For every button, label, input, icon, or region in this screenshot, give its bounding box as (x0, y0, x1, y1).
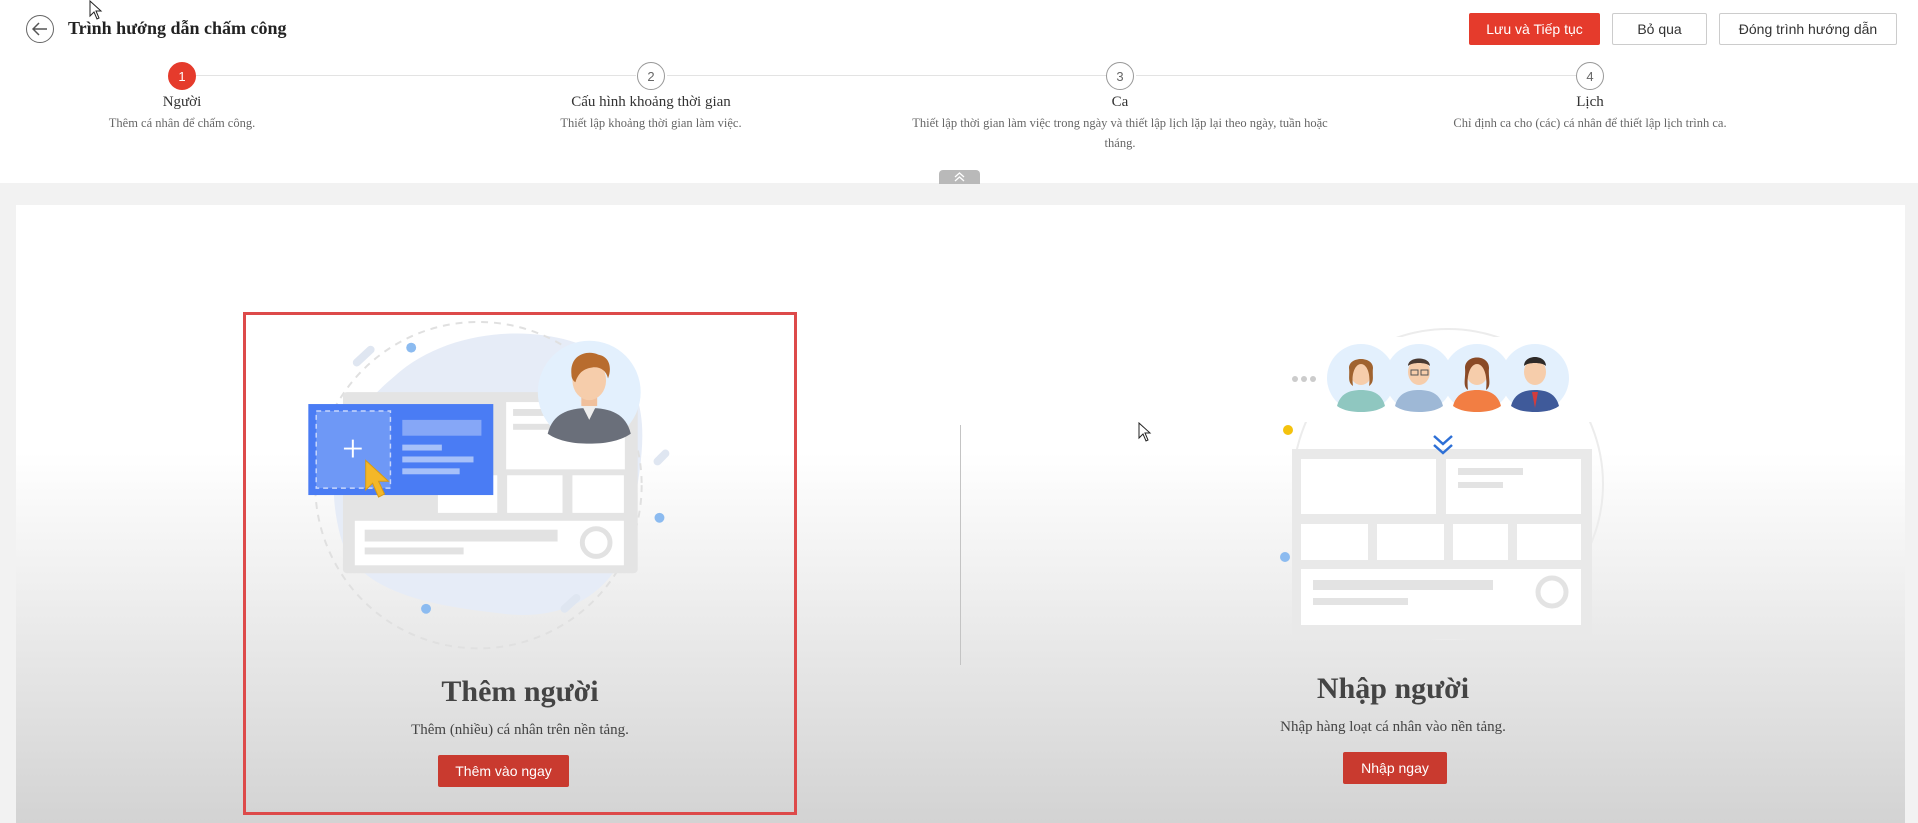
mouse-cursor-icon (1138, 422, 1152, 442)
main-panel: Thêm người Thêm (nhiều) cá nhân trên nền… (16, 205, 1905, 823)
step-title: Người (162, 94, 202, 110)
step-desc: Thiết lập thời gian làm việc trong ngày … (912, 116, 1328, 150)
add-people-illustration (308, 320, 670, 650)
chevron-double-up-icon (954, 172, 965, 182)
step-2[interactable]: 2 Cấu hình khoảng thời gian Thiết lập kh… (521, 62, 781, 133)
import-people-card[interactable]: Nhập người Nhập hàng loạt cá nhân vào nề… (1116, 312, 1670, 815)
card-divider (960, 425, 961, 665)
add-people-title: Thêm người (441, 675, 599, 708)
step-4[interactable]: 4 Lịch Chỉ định ca cho (các) cá nhân để … (1430, 62, 1750, 133)
import-people-title: Nhập người (1316, 672, 1470, 705)
step-title: Lịch (1576, 94, 1604, 110)
add-people-desc: Thêm (nhiều) cá nhân trên nền tảng. (411, 722, 629, 738)
import-people-illustration (1272, 328, 1604, 640)
close-wizard-button[interactable]: Đóng trình hướng dẫn (1719, 13, 1897, 45)
step-number: 3 (1106, 62, 1134, 90)
skip-button[interactable]: Bỏ qua (1612, 13, 1707, 45)
step-3[interactable]: 3 Ca Thiết lập thời gian làm việc trong … (910, 62, 1330, 153)
import-people-desc: Nhập hàng loạt cá nhân vào nền tảng. (1280, 719, 1506, 735)
step-number: 2 (637, 62, 665, 90)
page-title: Trình hướng dẫn chấm công (68, 18, 287, 38)
step-title: Cấu hình khoảng thời gian (571, 94, 731, 110)
step-number: 1 (168, 62, 196, 90)
back-button[interactable] (26, 15, 54, 43)
step-number: 4 (1576, 62, 1604, 90)
save-continue-button[interactable]: Lưu và Tiếp tục (1469, 13, 1600, 45)
step-desc: Thêm cá nhân để chấm công. (108, 116, 256, 130)
add-now-button[interactable]: Thêm vào ngay (438, 755, 569, 787)
step-desc: Thiết lập khoảng thời gian làm việc. (560, 116, 742, 130)
wizard-header: Trình hướng dẫn chấm công Lưu và Tiếp tụ… (0, 0, 1918, 184)
step-title: Ca (1111, 94, 1129, 110)
import-now-button[interactable]: Nhập ngay (1343, 752, 1447, 784)
step-1[interactable]: 1 Người Thêm cá nhân để chấm công. (82, 62, 282, 133)
collapse-header-toggle[interactable] (939, 170, 980, 184)
step-desc: Chỉ định ca cho (các) cá nhân để thiết l… (1453, 116, 1727, 130)
mouse-cursor-icon (89, 0, 103, 20)
add-people-card[interactable]: Thêm người Thêm (nhiều) cá nhân trên nền… (243, 312, 797, 815)
arrow-left-icon (32, 22, 47, 36)
